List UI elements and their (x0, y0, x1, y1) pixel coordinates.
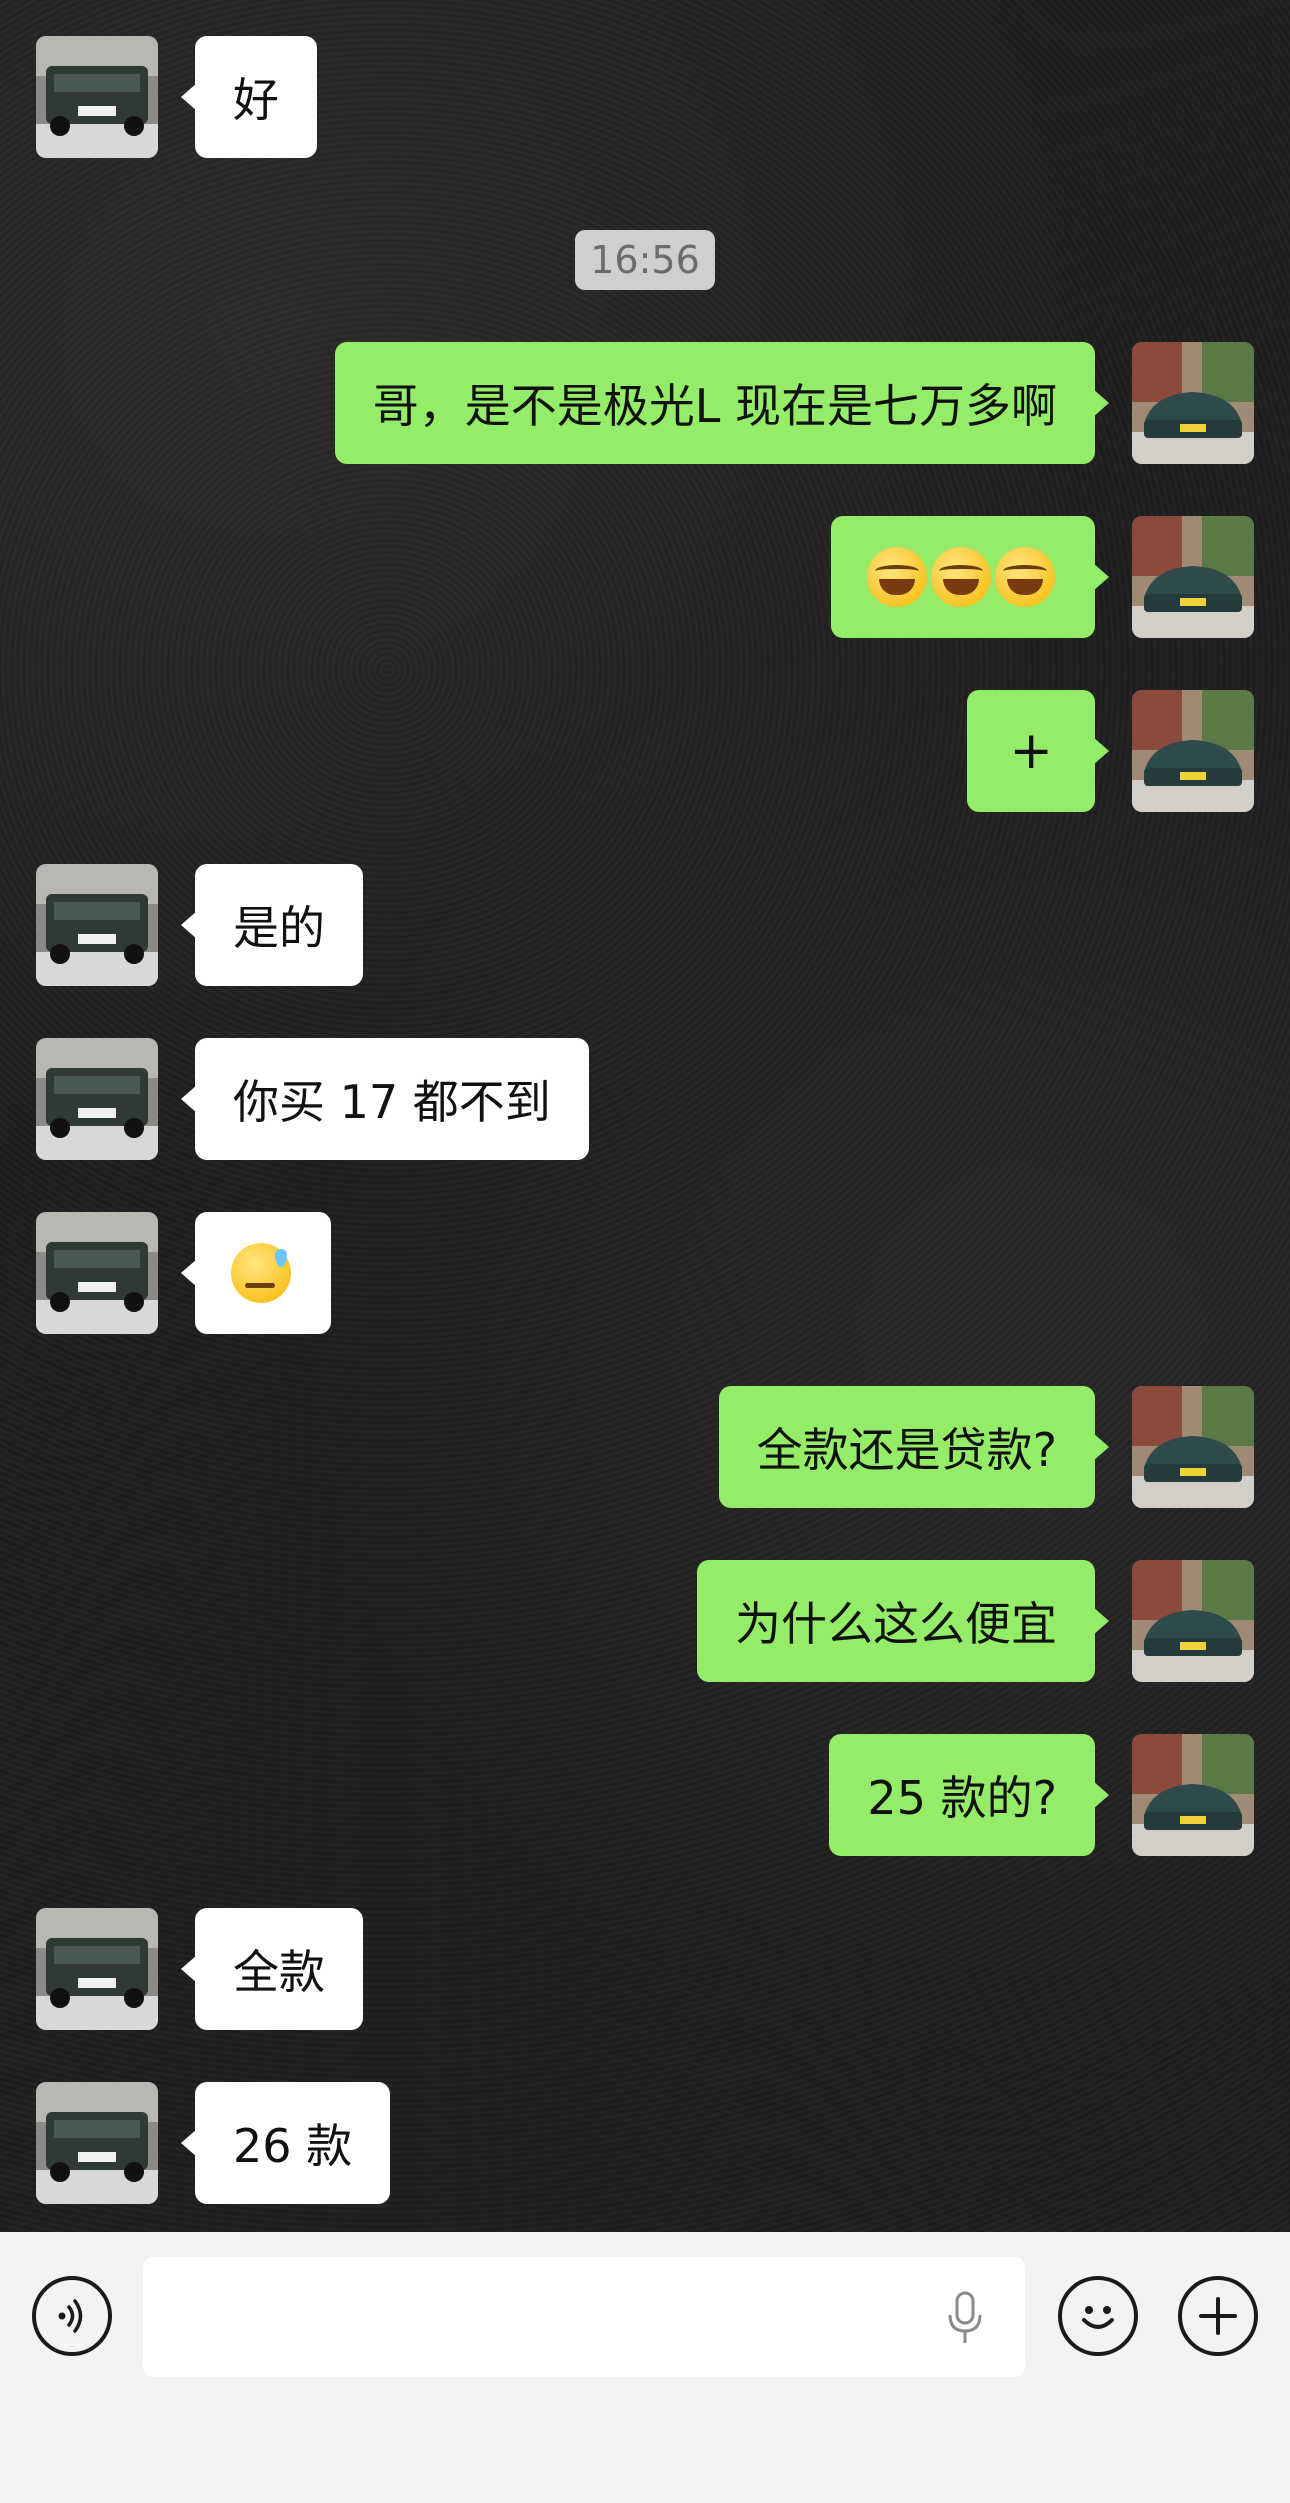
car-avatar-icon (1132, 690, 1254, 812)
timestamp: 16:56 (575, 230, 715, 290)
message-text: 是的 (233, 901, 325, 955)
my-avatar[interactable] (1132, 1560, 1254, 1682)
message-bubble[interactable] (831, 516, 1109, 638)
car-avatar-icon (36, 2082, 158, 2204)
laughing-tears-emoji-icon (931, 547, 991, 607)
contact-avatar[interactable] (36, 2082, 158, 2204)
my-avatar[interactable] (1132, 516, 1254, 638)
smiley-icon (1082, 2306, 1114, 2329)
message-row-outgoing: 25 款的? (0, 1734, 1290, 1856)
message-row-incoming: 好 (0, 36, 1290, 158)
message-text: + (1009, 721, 1053, 781)
message-row-outgoing: 全款还是贷款? (0, 1386, 1290, 1508)
message-bubble[interactable]: 哥，是不是极光L 现在是七万多啊 (334, 342, 1110, 464)
message-text: 你买 17 都不到 (233, 1075, 551, 1129)
message-bubble[interactable] (181, 1212, 331, 1334)
emoji-button[interactable] (1058, 2276, 1138, 2356)
message-bubble[interactable]: + (967, 690, 1109, 812)
contact-avatar[interactable] (36, 1038, 158, 1160)
car-avatar-icon (1132, 1560, 1254, 1682)
car-avatar-icon (36, 36, 158, 158)
message-row-outgoing: 哥，是不是极光L 现在是七万多啊 (0, 342, 1290, 464)
car-avatar-icon (1132, 516, 1254, 638)
contact-avatar[interactable] (36, 1212, 158, 1334)
laughing-tears-emoji-icon (995, 547, 1055, 607)
car-avatar-icon (36, 1908, 158, 2030)
message-bubble[interactable]: 25 款的? (829, 1734, 1109, 1856)
plus-icon (1199, 2297, 1237, 2335)
message-row-incoming: 全款 (0, 1908, 1290, 2030)
message-row-incoming: 是的 (0, 864, 1290, 986)
contact-avatar[interactable] (36, 36, 158, 158)
my-avatar[interactable] (1132, 1734, 1254, 1856)
my-avatar[interactable] (1132, 1386, 1254, 1508)
input-bar (0, 2232, 1290, 2503)
message-text: 25 款的? (867, 1771, 1057, 1825)
message-text: 好 (233, 73, 279, 127)
contact-avatar[interactable] (36, 864, 158, 986)
message-bubble[interactable]: 26 款 (180, 2082, 391, 2204)
message-bubble[interactable]: 你买 17 都不到 (181, 1038, 589, 1160)
message-row-incoming: 26 款 (0, 2082, 1290, 2204)
car-avatar-icon (36, 1038, 158, 1160)
contact-avatar[interactable] (36, 1908, 158, 2030)
car-avatar-icon (1132, 1734, 1254, 1856)
microphone-icon[interactable] (945, 2291, 985, 2345)
message-bubble[interactable]: 全款 (181, 1908, 363, 2030)
message-input[interactable] (143, 2257, 1025, 2377)
message-text: 26 款 (233, 2119, 353, 2173)
my-avatar[interactable] (1132, 342, 1254, 464)
message-row-incoming (0, 1212, 1290, 1334)
chat-area: 好 16:56 哥，是不是极光L 现在是七万多啊 + 是的 你买 17 都不到 … (0, 0, 1290, 2232)
more-options-button[interactable] (1178, 2276, 1258, 2356)
voice-icon (58, 2299, 83, 2333)
message-bubble[interactable]: 为什么这么便宜 (697, 1560, 1109, 1682)
message-row-outgoing: 为什么这么便宜 (0, 1560, 1290, 1682)
message-bubble[interactable]: 是的 (181, 864, 363, 986)
message-text: 为什么这么便宜 (735, 1597, 1057, 1651)
car-avatar-icon (36, 864, 158, 986)
message-text: 哥，是不是极光L 现在是七万多啊 (372, 379, 1057, 433)
message-row-outgoing (0, 516, 1290, 638)
message-text: 全款 (233, 1945, 325, 1999)
message-row-incoming: 你买 17 都不到 (0, 1038, 1290, 1160)
voice-input-button[interactable] (32, 2276, 112, 2356)
car-avatar-icon (1132, 342, 1254, 464)
sweat-emoji-icon (231, 1243, 291, 1303)
message-bubble[interactable]: 好 (181, 36, 317, 158)
message-bubble[interactable]: 全款还是贷款? (718, 1386, 1110, 1508)
message-text: 全款还是贷款? (756, 1423, 1057, 1477)
car-avatar-icon (1132, 1386, 1254, 1508)
car-avatar-icon (36, 1212, 158, 1334)
laughing-tears-emoji-icon (867, 547, 927, 607)
my-avatar[interactable] (1132, 690, 1254, 812)
message-row-outgoing: + (0, 690, 1290, 812)
